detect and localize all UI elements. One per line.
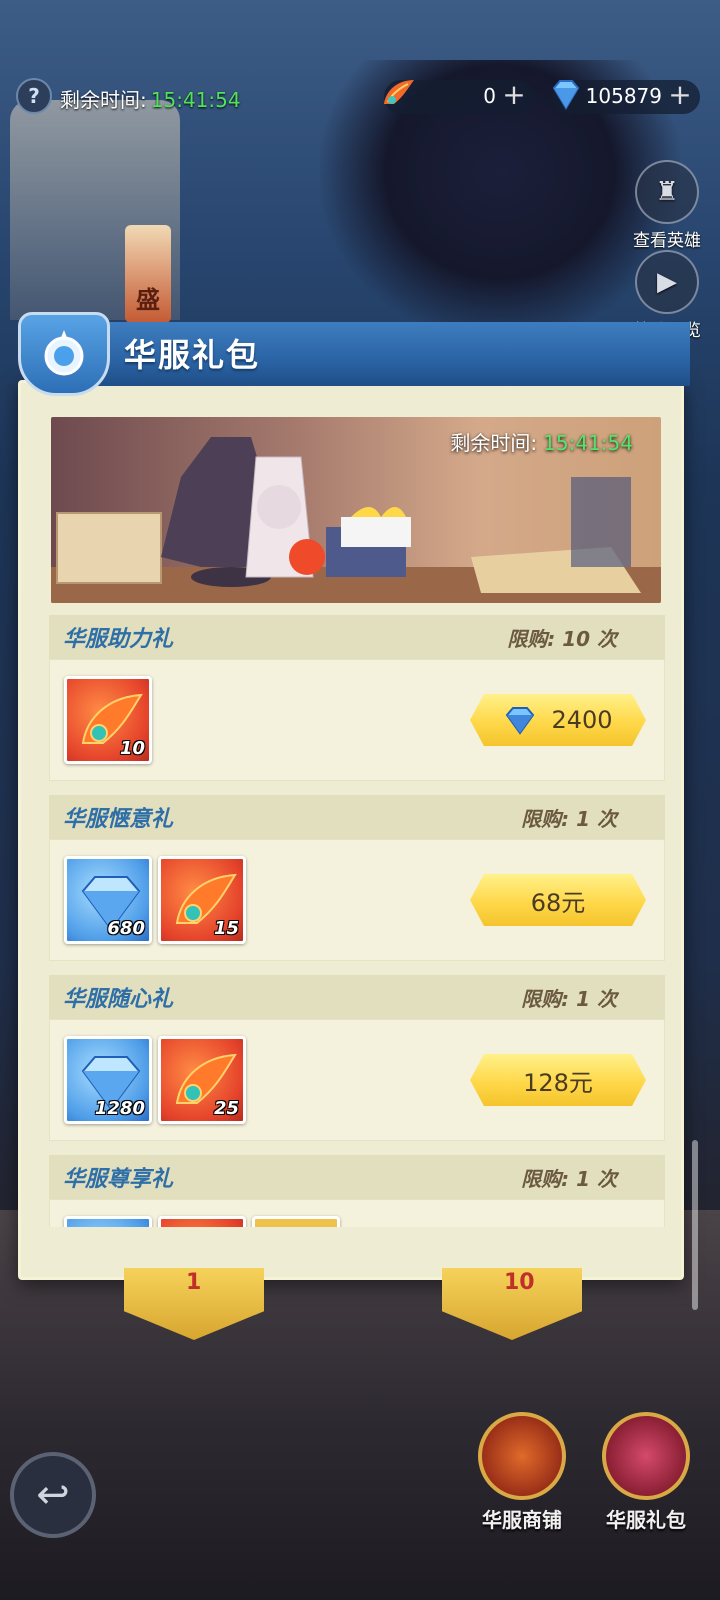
feather-resource: 0 +: [384, 80, 534, 114]
pack-card: 华服尊享礼 限购: 1 次: [49, 1155, 665, 1227]
remaining-time: 剩余时间: 15:41:54: [60, 84, 241, 113]
help-button[interactable]: ?: [16, 78, 52, 114]
gift-box-icon: [602, 1412, 690, 1500]
item-count: 25: [213, 1098, 239, 1119]
gem-resource: 105879 +: [552, 80, 700, 114]
price-label: 2400: [551, 706, 613, 734]
pack-header: 华服随心礼 限购: 1 次: [49, 975, 665, 1019]
buy-button[interactable]: 128元: [470, 1054, 646, 1106]
pack-limit: 限购: 1 次: [521, 986, 617, 1011]
reward-item[interactable]: [252, 1216, 340, 1227]
gem-icon: [552, 80, 580, 110]
panel-header: 华服礼包: [8, 312, 690, 396]
buy-button[interactable]: 2400: [470, 694, 646, 746]
bg-sign: 盛: [125, 225, 171, 323]
play-icon: ▶: [635, 250, 699, 314]
reward-item[interactable]: [64, 1216, 152, 1227]
scrollbar[interactable]: [692, 1140, 698, 1310]
view-hero-button[interactable]: ♜ 查看英雄: [628, 160, 706, 251]
feather-mask-icon: [384, 80, 414, 104]
pack-limit: 限购: 1 次: [521, 1166, 617, 1191]
item-count: 680: [107, 918, 145, 939]
costume-gift-label: 华服礼包: [606, 1508, 686, 1532]
pack-limit: 限购: 10 次: [507, 626, 617, 651]
pack-name: 华服惬意礼: [63, 807, 174, 832]
view-hero-label: 查看英雄: [633, 231, 701, 251]
gift-banner: 剩余时间: 15:41:54: [51, 417, 661, 603]
banner-remaining-label: 剩余时间:: [450, 431, 538, 455]
pack-name: 华服尊享礼: [63, 1167, 174, 1192]
pack-card: 华服助力礼 限购: 10 次 10 2400: [49, 615, 665, 781]
reward-item[interactable]: 1280: [64, 1036, 152, 1124]
item-count: 10: [119, 738, 145, 759]
item-count: 1280: [94, 1098, 145, 1119]
remaining-time-label: 剩余时间:: [60, 88, 147, 112]
back-arrow-icon: ↩: [36, 1472, 70, 1518]
pack-limit: 限购: 1 次: [521, 806, 617, 831]
question-icon: ?: [28, 84, 40, 108]
top-hud: ? 剩余时间: 15:41:54 0 + 105879 +: [0, 74, 720, 120]
buy-button[interactable]: 68元: [470, 874, 646, 926]
banner-remaining-value: 15:41:54: [543, 431, 633, 455]
pack-header: 华服惬意礼 限购: 1 次: [49, 795, 665, 839]
gift-pack-panel: 剩余时间: 15:41:54 华服助力礼 限购: 10 次 10 2400 华服…: [18, 380, 684, 1280]
pack-content: 10 2400: [49, 659, 665, 781]
banner-remaining-time: 剩余时间: 15:41:54: [450, 427, 633, 456]
costume-shop-label: 华服商铺: [482, 1508, 562, 1532]
add-gem-button[interactable]: +: [666, 81, 694, 109]
shop-icon: [478, 1412, 566, 1500]
remaining-time-value: 15:41:54: [150, 88, 241, 112]
item-count: 15: [213, 918, 239, 939]
costume-shop-button[interactable]: 华服商铺: [460, 1412, 584, 1533]
tower-icon: ♜: [635, 160, 699, 224]
reward-item[interactable]: 680: [64, 856, 152, 944]
price-label: 128元: [523, 1068, 593, 1097]
pack-name: 华服随心礼: [63, 987, 174, 1012]
pack-content: 680 15 68元: [49, 839, 665, 961]
reward-item[interactable]: 10: [64, 676, 152, 764]
gem-icon: [503, 705, 537, 735]
gem-count: 105879: [585, 84, 662, 108]
pack-list[interactable]: 华服助力礼 限购: 10 次 10 2400 华服惬意礼 限购: 1 次 680…: [49, 615, 665, 1227]
pack-header: 华服助力礼 限购: 10 次: [49, 615, 665, 659]
bg-sign-char: 盛: [136, 286, 160, 314]
gift-badge-icon: [18, 312, 110, 396]
pack-name: 华服助力礼: [63, 627, 174, 652]
right-count: 10: [504, 1270, 535, 1295]
costume-gift-button[interactable]: 华服礼包: [584, 1412, 708, 1533]
reward-item[interactable]: 25: [158, 1036, 246, 1124]
reward-item[interactable]: 15: [158, 856, 246, 944]
left-count: 1: [186, 1270, 202, 1295]
pack-content: 1280 25 128元: [49, 1019, 665, 1141]
reward-item[interactable]: [158, 1216, 246, 1227]
back-button[interactable]: ↩: [10, 1452, 96, 1538]
pack-content: [49, 1199, 665, 1227]
pack-header: 华服尊享礼 限购: 1 次: [49, 1155, 665, 1199]
pack-card: 华服随心礼 限购: 1 次 1280 25 128元: [49, 975, 665, 1141]
feather-count: 0: [483, 84, 496, 108]
price-label: 68元: [530, 888, 586, 917]
add-feather-button[interactable]: +: [500, 81, 528, 109]
panel-title: 华服礼包: [124, 336, 261, 374]
pack-card: 华服惬意礼 限购: 1 次 680 15 68元: [49, 795, 665, 961]
